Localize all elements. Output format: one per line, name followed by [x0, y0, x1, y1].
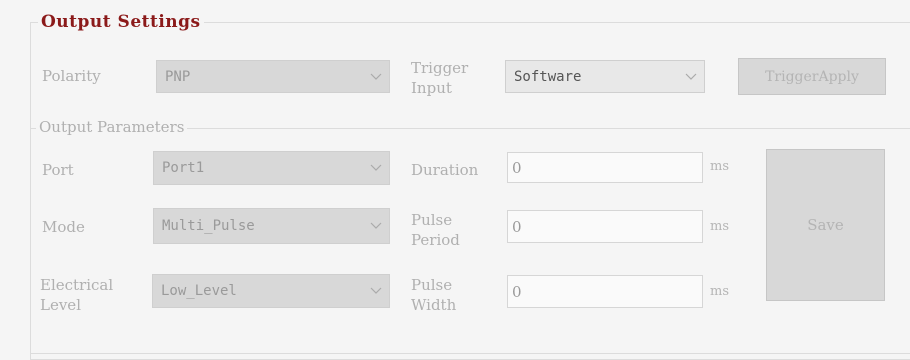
- duration-input[interactable]: 0: [507, 152, 703, 183]
- mode-label: Mode: [42, 218, 85, 236]
- port-value: Port1: [162, 160, 205, 176]
- pulse-period-label-line2: Period: [411, 231, 460, 249]
- mode-value: Multi_Pulse: [162, 218, 255, 234]
- trigger-apply-button[interactable]: TriggerApply: [738, 58, 886, 95]
- pulse-period-unit: ms: [710, 219, 729, 234]
- polarity-select[interactable]: PNP: [156, 60, 390, 93]
- polarity-value: PNP: [165, 68, 191, 85]
- output-settings-title: Output Settings: [38, 14, 204, 31]
- save-button[interactable]: Save: [766, 149, 885, 301]
- trigger-input-label-line2: Input: [411, 79, 452, 97]
- chevron-down-icon: [363, 152, 389, 184]
- chevron-down-icon: [678, 61, 704, 92]
- mode-select[interactable]: Multi_Pulse: [153, 208, 390, 244]
- electrical-level-select[interactable]: Low_Level: [152, 274, 390, 308]
- chevron-down-icon: [363, 275, 389, 307]
- electrical-level-label-line1: Electrical: [40, 276, 114, 294]
- chevron-down-icon: [363, 209, 389, 243]
- pulse-period-input[interactable]: 0: [507, 210, 703, 243]
- output-parameters-title: Output Parameters: [36, 120, 188, 135]
- trigger-input-select[interactable]: Software: [505, 60, 705, 93]
- trigger-input-label: Trigger Input: [411, 58, 468, 98]
- trigger-input-value: Software: [514, 68, 582, 85]
- pulse-width-input[interactable]: 0: [507, 275, 703, 308]
- duration-unit: ms: [710, 159, 729, 174]
- electrical-level-label: Electrical Level: [40, 275, 113, 315]
- pulse-period-label: Pulse Period: [411, 210, 460, 250]
- electrical-level-value: Low_Level: [161, 283, 237, 299]
- chevron-down-icon: [363, 61, 389, 92]
- pulse-width-label-line2: Width: [411, 296, 457, 314]
- pulse-width-unit: ms: [710, 284, 729, 299]
- port-label: Port: [42, 161, 74, 179]
- polarity-label: Polarity: [42, 67, 101, 85]
- duration-label: Duration: [411, 161, 479, 179]
- pulse-period-label-line1: Pulse: [411, 211, 453, 229]
- electrical-level-label-line2: Level: [40, 296, 81, 314]
- port-select[interactable]: Port1: [153, 151, 390, 185]
- pulse-width-label-line1: Pulse: [411, 276, 453, 294]
- pulse-width-label: Pulse Width: [411, 275, 456, 315]
- trigger-input-label-line1: Trigger: [411, 59, 469, 77]
